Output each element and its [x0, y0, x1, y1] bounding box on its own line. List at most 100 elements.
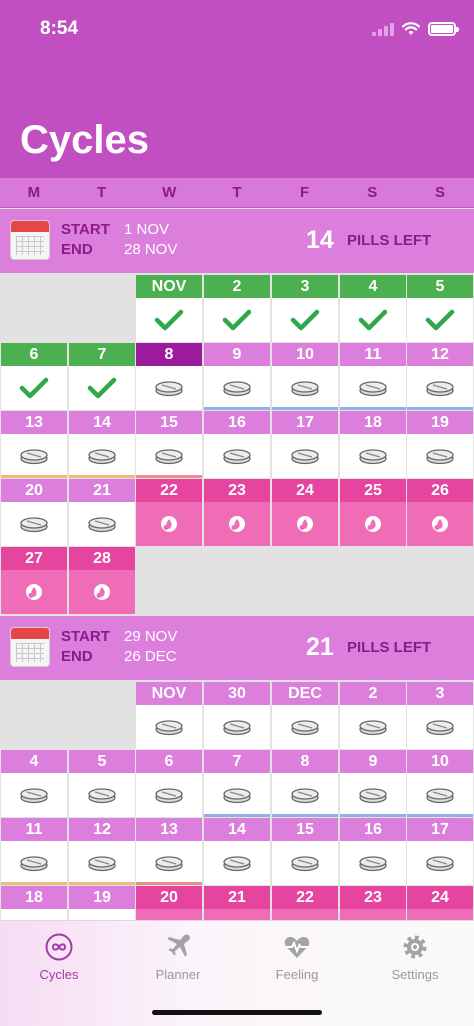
- calendar-day[interactable]: 19: [407, 411, 473, 478]
- day-marker: [136, 882, 202, 885]
- day-number: 12: [407, 343, 473, 366]
- day-number: 15: [136, 411, 202, 434]
- calendar-day[interactable]: 12: [407, 343, 473, 410]
- day-number: 18: [340, 411, 406, 434]
- day-status: [407, 434, 473, 478]
- pills-left-count: 14: [306, 226, 334, 254]
- calendar-day[interactable]: NOV: [136, 682, 202, 749]
- day-number: 8: [136, 343, 202, 366]
- day-status: [204, 502, 270, 546]
- day-status: [272, 434, 338, 478]
- calendar-day[interactable]: 23: [204, 479, 270, 546]
- calendar-day[interactable]: 16: [204, 411, 270, 478]
- day-status: [1, 570, 67, 614]
- calendar-day[interactable]: 24: [272, 479, 338, 546]
- calendar-day[interactable]: 10: [407, 750, 473, 817]
- calendar-day[interactable]: 17: [272, 411, 338, 478]
- day-number: 16: [340, 818, 406, 841]
- calendar-day[interactable]: 5: [407, 275, 473, 342]
- calendar-day[interactable]: 17: [407, 818, 473, 885]
- tab-planner[interactable]: Planner: [123, 933, 233, 982]
- pill-icon: [359, 856, 387, 872]
- calendar-day[interactable]: 9: [204, 343, 270, 410]
- end-label: END: [61, 241, 93, 258]
- tab-feeling[interactable]: Feeling: [242, 933, 352, 982]
- day-number: 11: [1, 818, 67, 841]
- calendar-day[interactable]: NOV: [136, 275, 202, 342]
- day-status: [340, 773, 406, 817]
- day-status: [407, 841, 473, 885]
- cycle-summary[interactable]: START END 1 NOV 28 NOV 14 PILLS LEFT: [0, 209, 474, 273]
- pill-icon: [359, 720, 387, 736]
- day-number: 9: [204, 343, 270, 366]
- break-day-icon: [365, 516, 381, 532]
- day-number: 11: [340, 343, 406, 366]
- tab-settings[interactable]: Settings: [360, 933, 470, 982]
- start-label: START: [61, 628, 110, 645]
- calendar-day[interactable]: 4: [340, 275, 406, 342]
- tab-cycles[interactable]: Cycles: [4, 933, 114, 982]
- calendar-day[interactable]: 14: [204, 818, 270, 885]
- calendar-day[interactable]: 13: [1, 411, 67, 478]
- day-status: [136, 773, 202, 817]
- pill-icon: [426, 720, 454, 736]
- calendar-day[interactable]: 25: [340, 479, 406, 546]
- calendar-day[interactable]: 15: [136, 411, 202, 478]
- calendar-day[interactable]: 11: [1, 818, 67, 885]
- calendar-day[interactable]: 8: [272, 750, 338, 817]
- day-number: 27: [1, 547, 67, 570]
- day-marker: [69, 882, 135, 885]
- calendar-day[interactable]: 20: [1, 479, 67, 546]
- calendar-day[interactable]: 13: [136, 818, 202, 885]
- break-day-icon: [161, 516, 177, 532]
- calendar-day[interactable]: 2: [340, 682, 406, 749]
- calendar-day[interactable]: 26: [407, 479, 473, 546]
- weekday-label: W: [162, 184, 177, 201]
- day-number: NOV: [136, 682, 202, 705]
- day-number: 23: [340, 886, 406, 909]
- calendar-day[interactable]: 22: [136, 479, 202, 546]
- calendar-day[interactable]: 8: [136, 343, 202, 410]
- pill-icon: [155, 720, 183, 736]
- check-icon: [425, 309, 455, 331]
- calendar-day[interactable]: 10: [272, 343, 338, 410]
- day-number: 2: [204, 275, 270, 298]
- calendar-day[interactable]: 16: [340, 818, 406, 885]
- weekday-header: M T W T F S S: [0, 178, 474, 208]
- day-number: 28: [69, 547, 135, 570]
- day-status: [340, 366, 406, 410]
- calendar-day[interactable]: DEC: [272, 682, 338, 749]
- calendar-day[interactable]: 6: [136, 750, 202, 817]
- calendar-day[interactable]: 2: [204, 275, 270, 342]
- calendar-day[interactable]: 7: [204, 750, 270, 817]
- calendar-day[interactable]: 3: [407, 682, 473, 749]
- calendar-day[interactable]: 4: [1, 750, 67, 817]
- calendar-day[interactable]: 6: [1, 343, 67, 410]
- calendar-day[interactable]: 3: [272, 275, 338, 342]
- day-status: [340, 298, 406, 342]
- day-number: 23: [204, 479, 270, 502]
- calendar-day[interactable]: 27: [1, 547, 67, 614]
- calendar-day[interactable]: 12: [69, 818, 135, 885]
- calendar-day[interactable]: 21: [69, 479, 135, 546]
- pill-icon: [20, 788, 48, 804]
- day-status: [136, 366, 202, 410]
- cycle-summary[interactable]: START END 29 NOV 26 DEC 21 PILLS LEFT: [0, 616, 474, 680]
- tab-label: Settings: [391, 967, 439, 982]
- calendar-day[interactable]: 5: [69, 750, 135, 817]
- day-number: 14: [69, 411, 135, 434]
- calendar-day[interactable]: 28: [69, 547, 135, 614]
- calendar-day[interactable]: 18: [340, 411, 406, 478]
- calendar-day[interactable]: 9: [340, 750, 406, 817]
- check-icon: [19, 377, 49, 399]
- header: 8:54 Cycles: [0, 0, 474, 178]
- heart-pulse-icon: [284, 937, 310, 958]
- calendar-day[interactable]: 30: [204, 682, 270, 749]
- page-title: Cycles: [20, 118, 149, 162]
- calendar-day[interactable]: 7: [69, 343, 135, 410]
- calendar-day[interactable]: 15: [272, 818, 338, 885]
- status-icons: [372, 20, 459, 38]
- calendar-day[interactable]: 14: [69, 411, 135, 478]
- end-label: END: [61, 648, 93, 665]
- calendar-day[interactable]: 11: [340, 343, 406, 410]
